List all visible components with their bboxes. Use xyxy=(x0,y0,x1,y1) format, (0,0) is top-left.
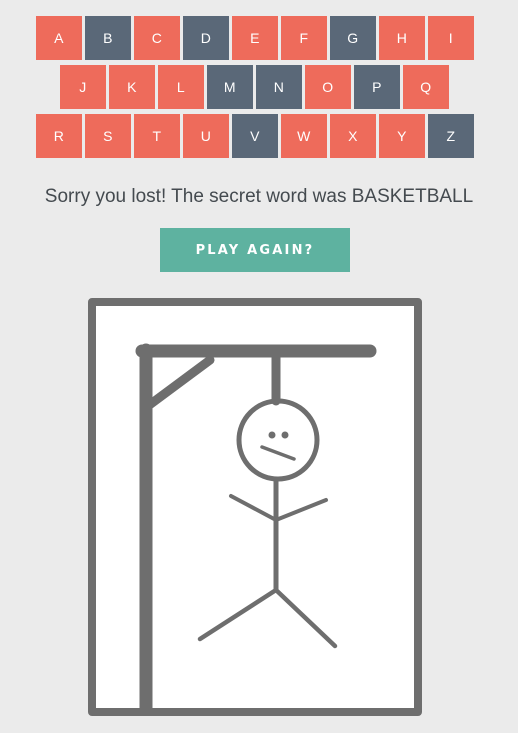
key-j[interactable]: J xyxy=(60,65,106,109)
key-n[interactable]: N xyxy=(256,65,302,109)
key-l[interactable]: L xyxy=(158,65,204,109)
key-h[interactable]: H xyxy=(379,16,425,60)
play-again-button[interactable]: PLAY AGAIN? xyxy=(160,228,350,272)
key-a[interactable]: A xyxy=(36,16,82,60)
key-b[interactable]: B xyxy=(85,16,131,60)
key-g[interactable]: G xyxy=(330,16,376,60)
key-d[interactable]: D xyxy=(183,16,229,60)
key-s[interactable]: S xyxy=(85,114,131,158)
keyboard-row-3: RSTUVWXYZ xyxy=(0,114,518,163)
keyboard-row-1: ABCDEFGHI xyxy=(0,16,518,65)
key-p[interactable]: P xyxy=(354,65,400,109)
key-o[interactable]: O xyxy=(305,65,351,109)
letter-keyboard: ABCDEFGHI JKLMNOPQ RSTUVWXYZ xyxy=(0,16,518,163)
key-q[interactable]: Q xyxy=(403,65,449,109)
keyboard-row-2: JKLMNOPQ xyxy=(0,65,518,114)
key-y[interactable]: Y xyxy=(379,114,425,158)
key-r[interactable]: R xyxy=(36,114,82,158)
hangman-left-eye xyxy=(268,431,276,439)
key-f[interactable]: F xyxy=(281,16,327,60)
key-u[interactable]: U xyxy=(183,114,229,158)
key-v[interactable]: V xyxy=(232,114,278,158)
key-e[interactable]: E xyxy=(232,16,278,60)
hangman-right-eye xyxy=(281,431,289,439)
key-m[interactable]: M xyxy=(207,65,253,109)
key-x[interactable]: X xyxy=(330,114,376,158)
key-w[interactable]: W xyxy=(281,114,327,158)
hangman-drawing xyxy=(88,298,422,716)
game-result-message: Sorry you lost! The secret word was BASK… xyxy=(44,186,474,207)
key-k[interactable]: K xyxy=(109,65,155,109)
key-i[interactable]: I xyxy=(428,16,474,60)
key-c[interactable]: C xyxy=(134,16,180,60)
key-t[interactable]: T xyxy=(134,114,180,158)
key-z[interactable]: Z xyxy=(428,114,474,158)
